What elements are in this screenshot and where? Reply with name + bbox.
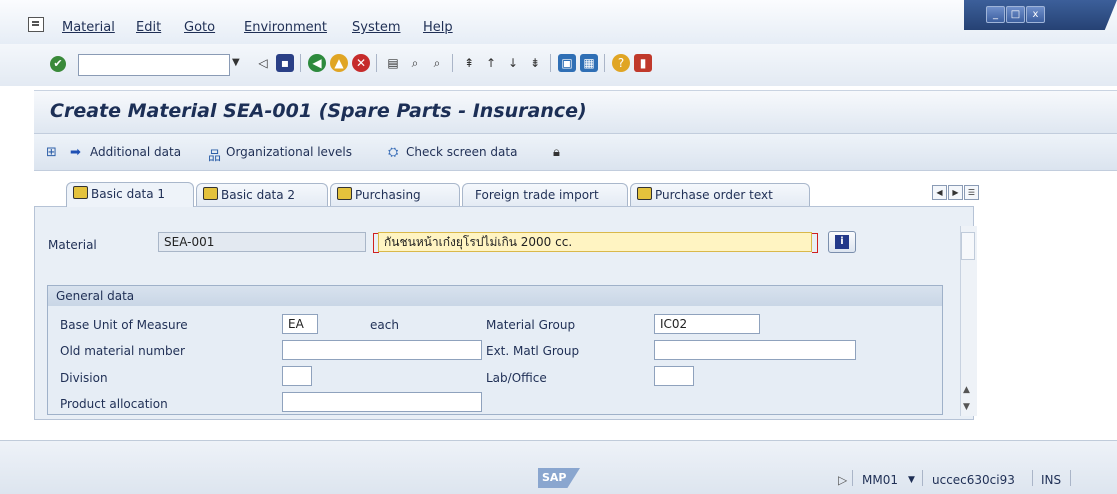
required-bracket-right bbox=[812, 233, 818, 253]
division-field[interactable] bbox=[282, 366, 312, 386]
close-button[interactable]: x bbox=[1026, 6, 1045, 23]
base-unit-label: Base Unit of Measure bbox=[60, 318, 188, 332]
toolbar-separator bbox=[452, 54, 453, 72]
toolbar-separator bbox=[604, 54, 605, 72]
long-text-info-button[interactable]: i bbox=[828, 231, 856, 253]
tab-status-icon bbox=[203, 187, 218, 200]
material-group-field[interactable]: IC02 bbox=[654, 314, 760, 334]
lab-office-field[interactable] bbox=[654, 366, 694, 386]
status-separator bbox=[1070, 470, 1071, 486]
print-icon[interactable]: ▤ bbox=[384, 54, 402, 72]
next-page-icon[interactable]: ↓ bbox=[504, 54, 522, 72]
scroll-thumb[interactable] bbox=[961, 232, 975, 260]
ext-matl-group-label: Ext. Matl Group bbox=[486, 344, 580, 358]
insert-mode: INS bbox=[1041, 473, 1062, 487]
old-material-number-label: Old material number bbox=[60, 344, 185, 358]
menu-list-icon[interactable] bbox=[28, 17, 44, 32]
tab-list-icon[interactable]: ☰ bbox=[964, 185, 979, 200]
old-material-number-field[interactable] bbox=[282, 340, 482, 360]
info-icon: i bbox=[835, 235, 849, 249]
system-info-dropdown-icon[interactable]: ▼ bbox=[908, 475, 915, 485]
tab-label: Foreign trade import bbox=[475, 188, 599, 202]
toolbar-separator bbox=[376, 54, 377, 72]
command-field[interactable] bbox=[78, 54, 230, 76]
menu-help[interactable]: Help bbox=[423, 20, 453, 35]
check-data-icon: ⛭ bbox=[388, 145, 399, 160]
material-group-label: Material Group bbox=[486, 318, 576, 332]
minimize-button[interactable]: _ bbox=[986, 6, 1005, 23]
exit-icon[interactable]: ▲ bbox=[330, 54, 348, 72]
shortcut-icon[interactable]: ▦ bbox=[580, 54, 598, 72]
command-dropdown-icon[interactable]: ▼ bbox=[232, 57, 240, 68]
menu-system[interactable]: System bbox=[352, 20, 400, 35]
ext-matl-group-field[interactable] bbox=[654, 340, 856, 360]
window-controls: _ □ x bbox=[964, 0, 1117, 30]
tab-label: Purchase order text bbox=[655, 188, 773, 202]
server-name: uccec630ci93 bbox=[932, 473, 1015, 487]
tab-status-icon bbox=[73, 186, 88, 199]
tab-purchasing[interactable]: Purchasing bbox=[330, 183, 460, 206]
tab-label: Basic data 1 bbox=[91, 187, 166, 201]
layout-menu-icon[interactable]: ▮ bbox=[634, 54, 652, 72]
check-screen-data-button[interactable]: Check screen data bbox=[406, 145, 517, 159]
tab-scroll-right-icon[interactable]: ▶ bbox=[948, 185, 963, 200]
select-views-icon[interactable]: ⊞ bbox=[46, 145, 57, 160]
status-separator bbox=[922, 470, 923, 486]
status-separator bbox=[1032, 470, 1033, 486]
back-arrow-icon[interactable]: ◁ bbox=[254, 54, 272, 72]
cancel-icon[interactable]: ✕ bbox=[352, 54, 370, 72]
find-next-icon[interactable]: ⌕ bbox=[428, 54, 446, 72]
status-toggle-icon[interactable]: ▷ bbox=[838, 473, 847, 487]
org-levels-icon: 品 bbox=[208, 149, 222, 164]
tab-purchase-order-text[interactable]: Purchase order text bbox=[630, 183, 810, 206]
additional-data-button[interactable]: Additional data bbox=[90, 145, 181, 159]
tab-status-icon bbox=[337, 187, 352, 200]
product-allocation-label: Product allocation bbox=[60, 397, 168, 411]
general-data-title: General data bbox=[56, 289, 135, 303]
lock-icon[interactable]: 🔒︎ bbox=[553, 145, 560, 160]
new-session-icon[interactable]: ▣ bbox=[558, 54, 576, 72]
material-label: Material bbox=[48, 238, 97, 252]
tab-scroll-left-icon[interactable]: ◀ bbox=[932, 185, 947, 200]
tab-basic-data-1[interactable]: Basic data 1 bbox=[66, 182, 194, 207]
arrow-right-icon: ➡ bbox=[70, 145, 81, 160]
tab-status-icon bbox=[637, 187, 652, 200]
status-separator bbox=[852, 470, 853, 486]
material-description-field[interactable]: กันชนหน้าเก๋งยุโรปไม่เกิน 2000 cc. bbox=[378, 232, 812, 252]
material-number-field: SEA-001 bbox=[158, 232, 366, 252]
menu-edit[interactable]: Edit bbox=[136, 20, 161, 35]
tab-foreign-trade-import[interactable]: Foreign trade import bbox=[462, 183, 628, 206]
enter-checkmark-icon[interactable]: ✔ bbox=[50, 56, 66, 72]
menu-goto[interactable]: Goto bbox=[184, 20, 215, 35]
scroll-up-icon[interactable]: ▲ bbox=[963, 385, 970, 395]
tab-basic-data-2[interactable]: Basic data 2 bbox=[196, 183, 328, 206]
base-unit-text: each bbox=[370, 318, 399, 332]
tab-label: Purchasing bbox=[355, 188, 421, 202]
product-allocation-field[interactable] bbox=[282, 392, 482, 412]
toolbar-separator bbox=[300, 54, 301, 72]
toolbar-separator bbox=[550, 54, 551, 72]
save-icon[interactable]: ▪ bbox=[276, 54, 294, 72]
menu-bar: Material Edit Goto Environment System He… bbox=[0, 0, 1117, 44]
base-unit-field[interactable]: EA bbox=[282, 314, 318, 334]
maximize-button[interactable]: □ bbox=[1006, 6, 1025, 23]
lab-office-label: Lab/Office bbox=[486, 371, 547, 385]
organizational-levels-button[interactable]: Organizational levels bbox=[226, 145, 352, 159]
tab-label: Basic data 2 bbox=[221, 188, 296, 202]
help-icon[interactable]: ? bbox=[612, 54, 630, 72]
application-toolbar bbox=[34, 133, 1117, 171]
previous-page-icon[interactable]: ↑ bbox=[482, 54, 500, 72]
first-page-icon[interactable]: ⇞ bbox=[460, 54, 478, 72]
scroll-down-icon[interactable]: ▼ bbox=[963, 402, 970, 412]
general-data-header bbox=[48, 286, 942, 306]
last-page-icon[interactable]: ⇟ bbox=[526, 54, 544, 72]
back-icon[interactable]: ◀ bbox=[308, 54, 326, 72]
transaction-code: MM01 bbox=[862, 473, 898, 487]
division-label: Division bbox=[60, 371, 108, 385]
page-title: Create Material SEA-001 (Spare Parts - I… bbox=[50, 100, 587, 122]
menu-material[interactable]: Material bbox=[62, 20, 115, 35]
find-icon[interactable]: ⌕ bbox=[406, 54, 424, 72]
menu-environment[interactable]: Environment bbox=[244, 20, 327, 35]
